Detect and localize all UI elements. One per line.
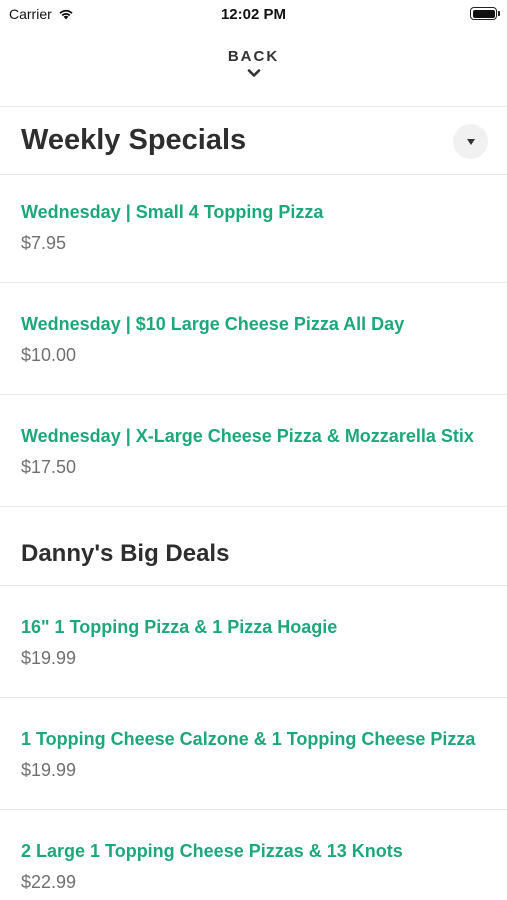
menu-item-price: $19.99 — [21, 760, 77, 780]
battery-icon — [470, 7, 500, 20]
menu-item-name: Wednesday | Small 4 Topping Pizza — [21, 202, 324, 222]
menu-item[interactable]: 16" 1 Topping Pizza & 1 Pizza Hoagie $19… — [0, 617, 507, 668]
back-button[interactable]: BACK — [0, 48, 507, 78]
category-dropdown-button[interactable] — [453, 124, 488, 159]
divider — [0, 506, 507, 507]
divider — [0, 809, 507, 810]
section-title-weekly-specials: Weekly Specials — [21, 124, 247, 156]
back-label: BACK — [227, 48, 280, 65]
menu-item-name: Wednesday | X-Large Cheese Pizza & Mozza… — [21, 426, 474, 446]
menu-item-price: $7.95 — [21, 233, 67, 253]
menu-item-price: $19.99 — [21, 648, 77, 668]
chevron-down-icon — [247, 69, 260, 77]
menu-item-name: 2 Large 1 Topping Cheese Pizzas & 13 Kno… — [21, 841, 403, 861]
menu-item-name: 16" 1 Topping Pizza & 1 Pizza Hoagie — [21, 617, 338, 637]
divider — [0, 697, 507, 698]
status-bar: Carrier 12:02 PM — [0, 0, 507, 30]
menu-item[interactable]: Wednesday | X-Large Cheese Pizza & Mozza… — [0, 426, 507, 477]
divider — [0, 106, 507, 107]
menu-item-price: $17.50 — [21, 457, 77, 477]
menu-item[interactable]: 1 Topping Cheese Calzone & 1 Topping Che… — [0, 729, 507, 780]
menu-item[interactable]: 2 Large 1 Topping Cheese Pizzas & 13 Kno… — [0, 841, 507, 892]
menu-item[interactable]: Wednesday | $10 Large Cheese Pizza All D… — [0, 314, 507, 365]
divider — [0, 282, 507, 283]
caret-down-icon — [466, 138, 475, 145]
divider — [0, 394, 507, 395]
menu-item[interactable]: Wednesday | Small 4 Topping Pizza $7.95 — [0, 202, 507, 253]
clock: 12:02 PM — [220, 6, 287, 23]
divider — [0, 585, 507, 586]
menu-item-name: 1 Topping Cheese Calzone & 1 Topping Che… — [21, 729, 476, 749]
menu-item-price: $22.99 — [21, 872, 77, 892]
section-title-dannys-big-deals: Danny's Big Deals — [21, 540, 230, 567]
menu-item-price: $10.00 — [21, 345, 77, 365]
menu-item-name: Wednesday | $10 Large Cheese Pizza All D… — [21, 314, 405, 334]
divider — [0, 174, 507, 175]
